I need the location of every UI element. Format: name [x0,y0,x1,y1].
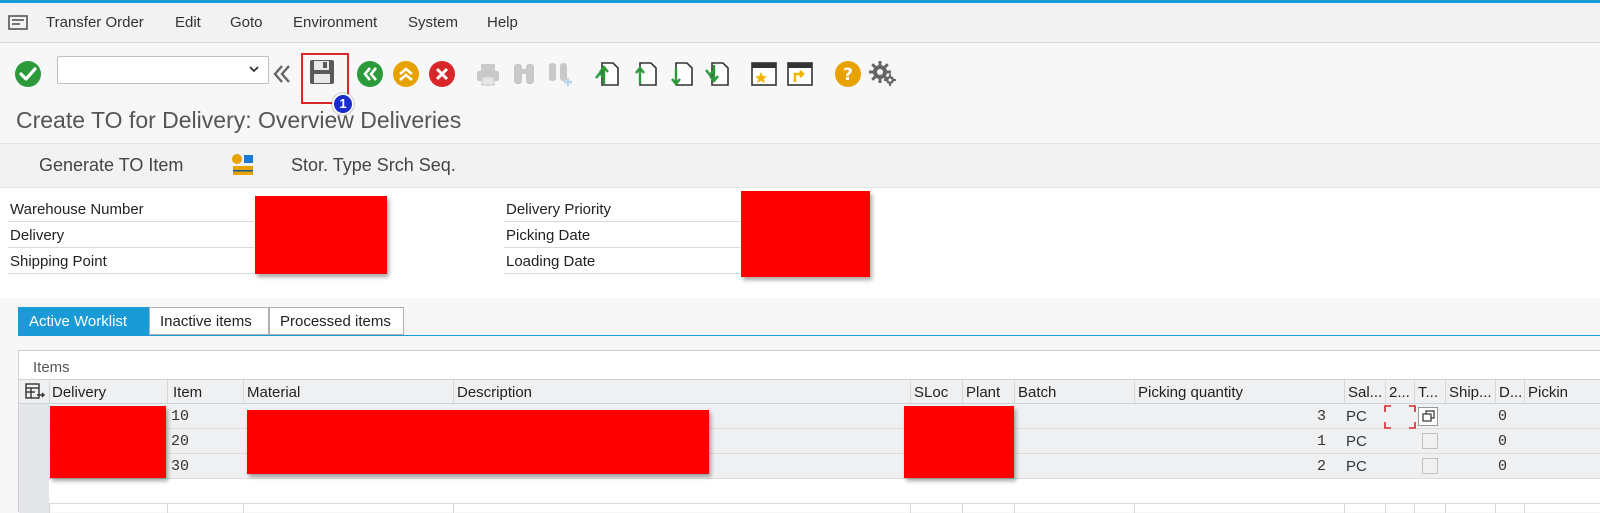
menu-transfer-order[interactable]: Transfer Order [46,14,144,31]
item-number: 10 [171,408,190,425]
row-selector[interactable] [19,404,49,429]
first-page-icon[interactable] [594,60,622,88]
item-number: 20 [171,433,190,450]
row-checkbox[interactable] [1422,458,1438,474]
loading-date-label: Loading Date [506,253,596,270]
find-icon [514,64,534,84]
shipping-point-row: Shipping Point [8,248,254,274]
settings-gear-icon[interactable] [868,60,896,88]
sales-unit: PC [1346,458,1367,475]
col-item[interactable]: Item [173,384,202,401]
item-number: 30 [171,458,190,475]
previous-page-icon[interactable] [632,60,660,88]
col-picking[interactable]: Pickin [1528,384,1568,401]
row-selector[interactable] [19,479,49,513]
open-details-icon[interactable] [1418,407,1438,426]
delivery-priority-label: Delivery Priority [506,201,612,218]
focus-cell-marker[interactable] [1384,405,1416,429]
row-checkbox[interactable] [1422,433,1438,449]
redacted-header-values-left [255,196,387,274]
col-plant[interactable]: Plant [966,384,1000,401]
redacted-sloc-plant [904,406,1014,478]
picking-quantity: 1 [1317,433,1327,450]
menu-help[interactable]: Help [487,14,518,31]
collapse-command-icon[interactable] [270,60,292,88]
menu-system[interactable]: System [408,14,458,31]
tab-inactive-items[interactable]: Inactive items [149,307,269,335]
table-settings-icon[interactable] [25,383,45,401]
last-page-icon[interactable] [704,60,732,88]
picking-quantity: 2 [1317,458,1327,475]
page-title: Create TO for Delivery: Overview Deliver… [16,107,462,133]
tab-underline [18,335,1600,336]
menu-edit[interactable]: Edit [175,14,201,31]
col-description[interactable]: Description [457,384,532,401]
back-icon[interactable] [356,60,384,88]
picking-date-label: Picking Date [506,227,591,244]
col-2[interactable]: 2... [1389,384,1410,401]
menu-environment[interactable]: Environment [293,14,377,31]
col-material[interactable]: Material [247,384,300,401]
table-row-empty[interactable] [19,479,1600,513]
delivery-priority-row: Delivery Priority [504,196,740,222]
chevron-down-icon[interactable] [248,64,260,74]
enter-check-icon[interactable] [14,60,42,88]
sales-unit: PC [1346,433,1367,450]
col-sloc[interactable]: SLoc [914,384,948,401]
col-delivery[interactable]: Delivery [52,384,106,401]
col-picking-quantity[interactable]: Picking quantity [1138,384,1243,401]
storage-type-search-seq-button[interactable]: Stor. Type Srch Seq. [291,155,456,176]
col-ship[interactable]: Ship... [1449,384,1492,401]
table-caption: Items [33,359,70,376]
warehouse-number-label: Warehouse Number [10,201,144,218]
d-value: 0 [1498,433,1508,450]
header-form: Warehouse Number Delivery Shipping Point… [0,188,1600,298]
new-session-icon[interactable] [786,60,814,88]
delivery-row: Delivery [8,222,254,248]
delivery-label: Delivery [10,227,65,244]
tab-active-worklist[interactable]: Active Worklist [18,307,149,335]
items-table: Items Delivery Item Material Description… [18,350,1600,513]
table-header: Delivery Item Material Description SLoc … [19,379,1600,404]
command-field[interactable] [57,56,269,84]
picking-quantity: 3 [1317,408,1327,425]
menu-bar: Transfer Order Edit Goto Environment Sys… [0,3,1600,43]
redacted-delivery-values [50,406,166,478]
sales-unit: PC [1346,408,1367,425]
menu-toggle-icon[interactable] [8,14,30,32]
shipping-point-label: Shipping Point [10,253,107,270]
svg-text:?: ? [843,65,853,85]
col-d[interactable]: D... [1499,384,1522,401]
col-sales-unit[interactable]: Sal... [1348,384,1382,401]
storage-type-icon[interactable] [230,152,256,178]
cancel-icon[interactable] [428,60,456,88]
loading-date-row: Loading Date [504,248,740,274]
print-icon [477,64,499,86]
application-toolbar: Generate TO Item Stor. Type Srch Seq. [0,143,1600,188]
row-selector[interactable] [19,429,49,454]
help-icon[interactable]: ? [834,60,862,88]
redacted-material-description [247,410,709,474]
tab-processed-items[interactable]: Processed items [269,307,404,335]
col-batch[interactable]: Batch [1018,384,1056,401]
redacted-header-values-right [741,191,870,277]
bookmark-icon[interactable] [750,60,778,88]
warehouse-number-row: Warehouse Number [8,196,254,222]
d-value: 0 [1498,408,1508,425]
d-value: 0 [1498,458,1508,475]
menu-goto[interactable]: Goto [230,14,263,31]
generate-to-item-button[interactable]: Generate TO Item [39,155,183,176]
exit-icon[interactable] [392,60,420,88]
next-page-icon[interactable] [668,60,696,88]
picking-date-row: Picking Date [504,222,740,248]
standard-toolbar: 1 ? [0,44,1600,115]
row-selector[interactable] [19,454,49,479]
find-next-icon [549,63,572,86]
col-t[interactable]: T... [1418,384,1438,401]
